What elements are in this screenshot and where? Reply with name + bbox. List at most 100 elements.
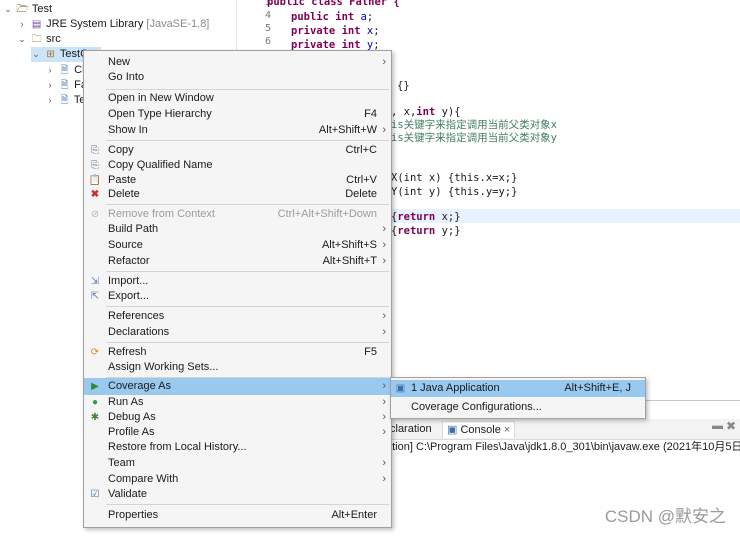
collapse-twisty-icon[interactable]: ›	[45, 93, 55, 108]
package-icon: ⊞	[46, 49, 55, 60]
menu-item-copy[interactable]: ⎘ Copy Ctrl+C	[84, 143, 391, 158]
code-text: y;}	[435, 225, 461, 237]
menu-item-label: Copy Qualified Name	[108, 159, 213, 171]
menu-shortcut: Alt+Shift+T	[322, 255, 377, 267]
menu-item-debug-as[interactable]: ✱ Debug As ›	[84, 410, 391, 425]
menu-item-source[interactable]: Source Alt+Shift+S ›	[84, 238, 391, 253]
menu-item-go-into[interactable]: Go Into	[84, 70, 391, 85]
submenu-arrow-icon: ›	[382, 124, 386, 136]
menu-item-show-in[interactable]: Show In Alt+Shift+W ›	[84, 123, 391, 138]
submenu-arrow-icon: ›	[382, 326, 386, 338]
library-icon: ▤	[31, 19, 42, 30]
debug-icon: ✱	[90, 412, 100, 423]
menu-item-build-path[interactable]: Build Path ›	[84, 222, 391, 237]
menu-item-run-as[interactable]: ● Run As ›	[84, 395, 391, 410]
menu-item-label: Refresh	[108, 346, 147, 358]
menu-item-label: Team	[108, 457, 135, 469]
menu-item-label: 1 Java Application	[411, 382, 500, 394]
menu-item-label: Debug As	[108, 411, 156, 423]
tree-item-project-test[interactable]: ⌄ 🗁 Test	[3, 2, 52, 17]
menu-item-label: Export...	[108, 290, 149, 302]
menu-item-restore-local-history[interactable]: Restore from Local History...	[84, 440, 391, 455]
run-icon: ●	[91, 397, 99, 408]
menu-separator	[106, 89, 389, 90]
menu-item-declarations[interactable]: Declarations ›	[84, 325, 391, 340]
menu-item-label: Declarations	[108, 326, 170, 338]
menu-item-compare-with[interactable]: Compare With ›	[84, 472, 391, 487]
java-file-icon: 🗎	[60, 65, 69, 76]
menu-item-export[interactable]: ⇱ Export...	[84, 289, 391, 304]
menu-item-profile-as[interactable]: Profile As ›	[84, 425, 391, 440]
coverage-as-submenu: ▣ 1 Java Application Alt+Shift+E, J Cove…	[390, 377, 646, 419]
menu-item-open-type-hierarchy[interactable]: Open Type Hierarchy F4	[84, 107, 391, 122]
menu-item-label: Profile As	[108, 426, 155, 438]
menu-item-label: Validate	[108, 488, 147, 500]
checkbox-checked-icon: ☑	[90, 489, 100, 500]
menu-shortcut: Ctrl+V	[346, 174, 377, 186]
close-view-icon[interactable]: ✖	[726, 419, 736, 433]
code-text: x;}	[435, 211, 461, 223]
submenu-arrow-icon: ›	[382, 411, 386, 423]
line-number: 4	[264, 10, 271, 21]
code-text: , x,	[391, 106, 417, 118]
menu-item-assign-working-sets[interactable]: Assign Working Sets...	[84, 360, 391, 375]
code-keyword: int	[416, 106, 436, 118]
menu-item-label: Delete	[108, 188, 140, 200]
menu-item-team[interactable]: Team ›	[84, 456, 391, 471]
menu-item-coverage-configurations[interactable]: Coverage Configurations...	[391, 399, 645, 416]
expand-twisty-icon[interactable]: ⌄	[31, 47, 41, 62]
context-menu: New › Go Into Open in New Window Open Ty…	[83, 50, 392, 528]
menu-item-new[interactable]: New ›	[84, 55, 391, 70]
menu-shortcut: Alt+Shift+S	[321, 239, 377, 251]
collapse-twisty-icon[interactable]: ›	[17, 17, 27, 32]
menu-item-copy-qualified-name[interactable]: ⎘ Copy Qualified Name	[84, 158, 391, 173]
copy-qualified-name-icon: ⎘	[91, 160, 99, 171]
menu-item-paste[interactable]: 📋 Paste Ctrl+V	[84, 173, 391, 188]
menu-shortcut: F5	[364, 346, 377, 358]
menu-item-open-new-window[interactable]: Open in New Window	[84, 91, 391, 106]
tab-console[interactable]: ▣ Console ×	[442, 421, 516, 438]
menu-shortcut: Alt+Shift+E, J	[564, 382, 631, 394]
expand-twisty-icon[interactable]: ⌄	[17, 32, 27, 47]
project-folder-icon: 🗁	[16, 4, 29, 15]
java-file-icon: 🗎	[60, 95, 69, 106]
java-application-icon: ▣	[395, 383, 406, 394]
menu-item-delete[interactable]: ✖ Delete Delete	[84, 187, 391, 202]
line-number: 6	[264, 36, 271, 47]
coverage-icon: ▶	[91, 381, 99, 392]
tree-item-jre-library[interactable]: › ▤ JRE System Library [JavaSE-1.8]	[17, 17, 210, 32]
java-file-icon: 🗎	[60, 80, 69, 91]
tree-item-decoration: [JavaSE-1.8]	[146, 18, 210, 30]
menu-shortcut: F4	[364, 108, 377, 120]
menu-item-properties[interactable]: Properties Alt+Enter	[84, 508, 391, 523]
tree-item-src[interactable]: ⌄ 🗀 src	[17, 32, 61, 47]
code-text: y){	[435, 106, 461, 118]
expand-twisty-icon[interactable]: ⌄	[3, 2, 13, 17]
menu-item-java-application[interactable]: ▣ 1 Java Application Alt+Shift+E, J	[391, 380, 645, 397]
menu-item-references[interactable]: References ›	[84, 309, 391, 324]
submenu-arrow-icon: ›	[382, 473, 386, 485]
menu-item-label: Copy	[108, 144, 134, 156]
menu-item-validate[interactable]: ☑ Validate	[84, 487, 391, 502]
menu-shortcut: Delete	[345, 188, 377, 200]
menu-item-label: Restore from Local History...	[108, 441, 247, 453]
menu-item-label: Build Path	[108, 223, 159, 235]
import-icon: ⇲	[90, 276, 100, 287]
tab-declaration[interactable]: claration	[390, 421, 432, 437]
menu-item-coverage-as[interactable]: ▶ Coverage As ›	[84, 378, 391, 395]
code-fragment: {}	[397, 80, 410, 92]
menu-item-label: Import...	[108, 275, 149, 287]
menu-item-refactor[interactable]: Refactor Alt+Shift+T ›	[84, 254, 391, 269]
collapse-twisty-icon[interactable]: ›	[45, 78, 55, 93]
minimize-icon[interactable]: ▬	[712, 420, 723, 432]
source-folder-icon: 🗀	[31, 34, 42, 45]
submenu-arrow-icon: ›	[382, 223, 386, 235]
menu-item-label: Go Into	[108, 71, 145, 83]
menu-item-refresh[interactable]: ⟳ Refresh F5	[84, 345, 391, 360]
menu-item-label: Show In	[108, 124, 148, 136]
code-field: x	[366, 25, 374, 37]
menu-item-import[interactable]: ⇲ Import...	[84, 274, 391, 289]
menu-item-remove-from-context[interactable]: ⊘ Remove from Context Ctrl+Alt+Shift+Dow…	[84, 207, 391, 222]
close-icon[interactable]: ×	[504, 424, 510, 436]
collapse-twisty-icon[interactable]: ›	[45, 63, 55, 78]
